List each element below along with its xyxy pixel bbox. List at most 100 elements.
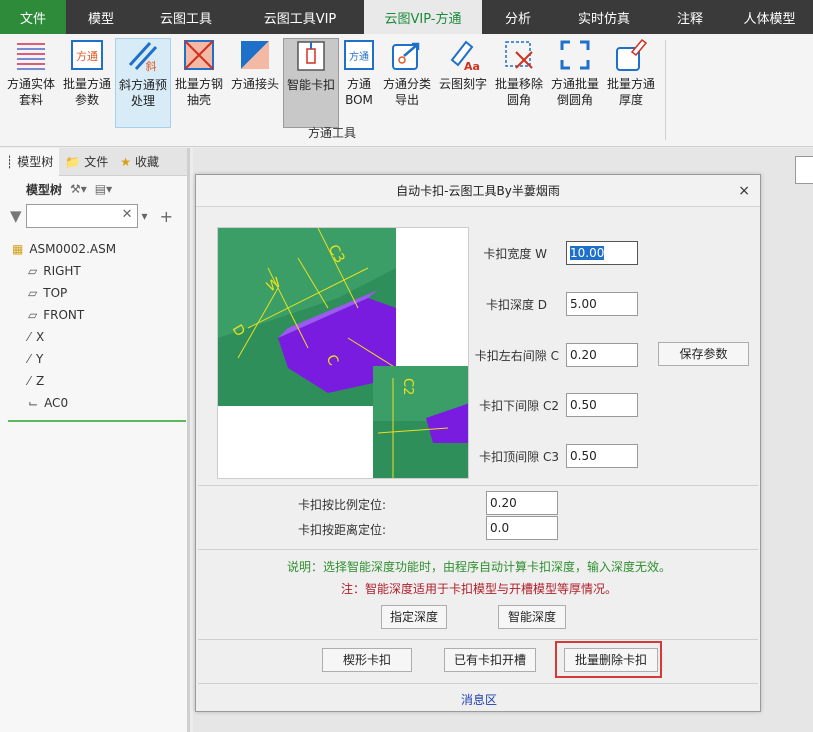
shell-icon bbox=[184, 40, 214, 70]
search-icon[interactable] bbox=[795, 156, 813, 184]
highlight-box bbox=[555, 641, 662, 678]
tab-favorites[interactable]: ★ 收藏 bbox=[114, 148, 165, 176]
tab-annotation[interactable]: 注释 bbox=[654, 0, 726, 34]
tree-node-label: AC0 bbox=[44, 396, 69, 410]
depth-input[interactable]: 5.00 bbox=[566, 292, 638, 316]
ribbon-btn-round[interactable]: 方通批量 倒圆角 bbox=[547, 38, 603, 128]
diagonal-icon: 斜 bbox=[128, 41, 158, 73]
ratio-label: 卡扣按比例定位: bbox=[297, 498, 386, 512]
ribbon-btn-engrave[interactable]: Aa 云图刻字 bbox=[435, 38, 491, 128]
show-icon[interactable]: ▤▾ bbox=[95, 182, 112, 196]
warning-note: 注：智能深度适用于卡扣模型与开槽模型等厚情况。 bbox=[340, 582, 617, 596]
model-tree-icon: ┊ bbox=[6, 155, 14, 169]
filter-icon[interactable]: ▼ bbox=[10, 207, 22, 225]
auto-clip-dialog: 自动卡扣-云图工具By半蔞烟雨 × W C3 D C C2 卡扣宽度 W 10.… bbox=[195, 174, 761, 712]
ribbon-btn-label: 导出 bbox=[394, 93, 419, 107]
ribbon-panel: 方通实体 套料 方通 批量方通 参数 斜 斜方通预 处理 批量方钢 抽壳 方通接… bbox=[0, 34, 813, 147]
ratio-input[interactable]: 0.20 bbox=[486, 491, 558, 515]
model-tree-toolbar: 模型树 ⚒▾ ▤▾ bbox=[0, 176, 187, 202]
svg-text:斜: 斜 bbox=[146, 60, 157, 73]
tab-label: 收藏 bbox=[134, 155, 159, 169]
ribbon-btn-label: 处理 bbox=[130, 94, 155, 108]
tab-model[interactable]: 模型 bbox=[66, 0, 136, 34]
distance-input[interactable]: 0.0 bbox=[486, 516, 558, 540]
settings-icon[interactable]: ⚒▾ bbox=[70, 182, 87, 196]
top-gap-input[interactable]: 0.50 bbox=[566, 444, 638, 468]
tree-node-label: X bbox=[36, 330, 45, 344]
tab-label: 模型树 bbox=[17, 155, 54, 169]
tree-node-front[interactable]: ▱ FRONT bbox=[8, 304, 186, 326]
width-value: 10.00 bbox=[570, 246, 605, 260]
lines-list-icon bbox=[17, 43, 45, 70]
specify-depth-button[interactable]: 指定深度 bbox=[381, 605, 447, 629]
plane-icon: ▱ bbox=[28, 264, 38, 278]
ribbon-btn-label: 抽壳 bbox=[186, 93, 211, 107]
left-panel: ┊ 模型树 📁 文件 ★ 收藏 模型树 ⚒▾ ▤▾ ▼ ✕ ▾ + ▦ ASM0… bbox=[0, 148, 190, 732]
ribbon-btn-remove-round[interactable]: 批量移除 圆角 bbox=[491, 38, 547, 128]
save-params-button[interactable]: 保存参数 bbox=[658, 342, 749, 366]
tree-node-y[interactable]: ⁄ Y bbox=[8, 348, 186, 370]
ribbon-btn-label: 倒圆角 bbox=[556, 93, 593, 107]
tree-node-top[interactable]: ▱ TOP bbox=[8, 282, 186, 304]
ribbon-btn-label: 批量移除 bbox=[494, 77, 543, 91]
clear-icon[interactable]: ✕ bbox=[122, 207, 133, 222]
clip-icon bbox=[297, 41, 325, 71]
tab-file[interactable]: 文件 bbox=[0, 0, 66, 34]
thickness-icon bbox=[616, 38, 648, 71]
ribbon-btn-joint[interactable]: 方通接头 bbox=[227, 38, 283, 128]
close-icon[interactable]: × bbox=[738, 175, 750, 207]
top-gap-label: 卡扣顶间隙 C3 bbox=[479, 450, 559, 464]
tab-realtime-sim[interactable]: 实时仿真 bbox=[554, 0, 654, 34]
left-panel-tabs: ┊ 模型树 📁 文件 ★ 收藏 bbox=[0, 148, 187, 176]
distance-label: 卡扣按距离定位: bbox=[297, 523, 386, 537]
tree-node-label: TOP bbox=[43, 286, 68, 300]
tab-yuntu-tools[interactable]: 云图工具 bbox=[136, 0, 236, 34]
ribbon-btn-export[interactable]: 方通分类 导出 bbox=[379, 38, 435, 128]
wedge-clip-button[interactable]: 楔形卡扣 bbox=[322, 648, 412, 672]
description-note: 说明：选择智能深度功能时，由程序自动计算卡扣深度，输入深度无效。 bbox=[286, 560, 671, 574]
ribbon-btn-label: 厚度 bbox=[618, 93, 643, 107]
tab-model-tree[interactable]: ┊ 模型树 bbox=[0, 148, 60, 176]
tree-node-x[interactable]: ⁄ X bbox=[8, 326, 186, 348]
dialog-title-bar: 自动卡扣-云图工具By半蔞烟雨 × bbox=[196, 175, 760, 207]
favorites-icon: ★ bbox=[120, 155, 131, 169]
ribbon-btn-label: 斜方通预 bbox=[118, 78, 167, 92]
filter-input[interactable]: ✕ bbox=[25, 204, 138, 228]
tree-node-ac0[interactable]: ⌙ AC0 bbox=[8, 392, 186, 414]
divider bbox=[198, 485, 758, 486]
tab-analysis[interactable]: 分析 bbox=[482, 0, 554, 34]
tree-node-assembly[interactable]: ▦ ASM0002.ASM bbox=[8, 238, 186, 260]
ribbon-btn-label: 批量方通 bbox=[62, 77, 111, 91]
ribbon-btn-label: 批量方通 bbox=[606, 77, 655, 91]
lr-gap-label: 卡扣左右间隙 C bbox=[474, 349, 559, 363]
tab-yuntu-vip[interactable]: 云图工具VIP bbox=[236, 0, 364, 34]
tree-node-right[interactable]: ▱ RIGHT bbox=[8, 260, 186, 282]
depth-label: 卡扣深度 D bbox=[485, 298, 547, 312]
existing-slot-button[interactable]: 已有卡扣开槽 bbox=[444, 648, 536, 672]
tab-yuntu-vip-fangtong[interactable]: 云图VIP-方通 bbox=[364, 0, 482, 34]
bottom-gap-input[interactable]: 0.50 bbox=[566, 393, 638, 417]
chevron-down-icon[interactable]: ▾ bbox=[142, 209, 148, 223]
ribbon-btn-nesting[interactable]: 方通实体 套料 bbox=[3, 38, 59, 128]
smart-depth-button[interactable]: 智能深度 bbox=[498, 605, 566, 629]
tab-human-model[interactable]: 人体模型 bbox=[726, 0, 813, 34]
joint-icon bbox=[241, 41, 269, 69]
width-input[interactable]: 10.00 bbox=[566, 241, 638, 265]
clip-diagram-image: W C3 D C C2 bbox=[218, 228, 468, 478]
ribbon-btn-shell[interactable]: 批量方钢 抽壳 bbox=[171, 38, 227, 128]
tree-node-label: Z bbox=[36, 374, 45, 388]
ribbon-btn-label: 智能卡扣 bbox=[286, 78, 335, 92]
lr-gap-input[interactable]: 0.20 bbox=[566, 343, 638, 367]
ribbon-btn-diagonal[interactable]: 斜 斜方通预 处理 bbox=[115, 38, 171, 128]
ribbon-btn-thickness[interactable]: 批量方通 厚度 bbox=[603, 38, 659, 128]
ribbon-btn-batch-param[interactable]: 方通 批量方通 参数 bbox=[59, 38, 115, 128]
add-icon[interactable]: + bbox=[160, 207, 173, 226]
dialog-title: 自动卡扣-云图工具By半蔞烟雨 bbox=[396, 184, 560, 198]
tab-files[interactable]: 📁 文件 bbox=[59, 148, 114, 176]
svg-text:C2: C2 bbox=[400, 378, 415, 395]
tree-node-label: RIGHT bbox=[43, 264, 81, 278]
width-label: 卡扣宽度 W bbox=[483, 247, 547, 261]
tree-node-z[interactable]: ⁄ Z bbox=[8, 370, 186, 392]
toolbar-label[interactable]: 模型树 bbox=[26, 181, 62, 198]
axis-icon: ⁄ bbox=[28, 352, 31, 366]
